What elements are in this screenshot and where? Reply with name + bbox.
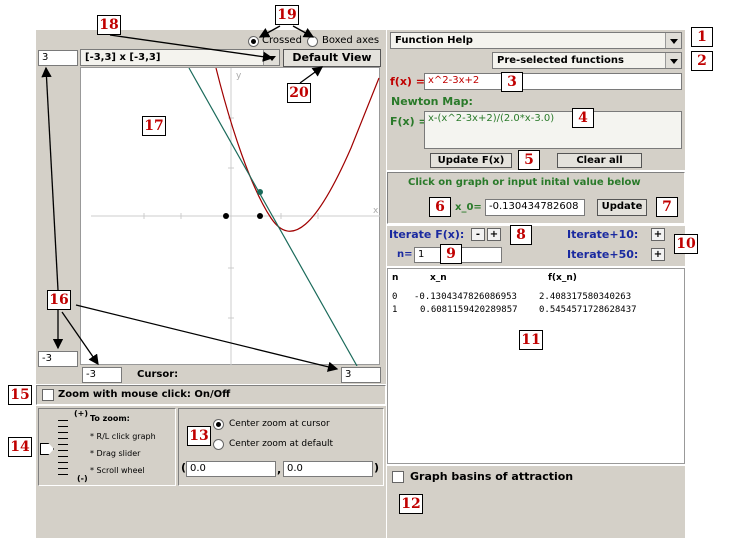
graph-canvas[interactable]: y x: [80, 67, 381, 367]
callout-2: 2: [691, 51, 713, 71]
iterate-10-plus-button[interactable]: +: [651, 228, 665, 241]
x1-point: [257, 213, 263, 219]
callout-14: 14: [8, 437, 32, 457]
y-axis-label: y: [236, 71, 242, 81]
function-help-select[interactable]: Function Help: [390, 32, 682, 49]
iterate-50-label: Iterate+50:: [567, 248, 639, 261]
iterate-minus-button[interactable]: -: [471, 228, 485, 241]
basins-label: Graph basins of attraction: [410, 470, 574, 483]
preselected-functions-value: Pre-selected functions: [497, 55, 624, 66]
default-view-button[interactable]: Default View: [283, 49, 381, 67]
x-axis-label: x: [373, 206, 379, 216]
window-select[interactable]: [-3,3] x [-3,3]: [80, 49, 280, 66]
Fx-input: x-(x^2-3x+2)/(2.0*x-3.0): [424, 111, 682, 149]
table-row-0-fxn: 2.408317580340263: [539, 292, 632, 302]
callout-13: 13: [187, 426, 211, 446]
fx-input[interactable]: x^2-3x+2: [424, 73, 682, 90]
chevron-down-icon[interactable]: [263, 50, 279, 65]
iterate-plus-button[interactable]: +: [487, 228, 501, 241]
coord-comma: ,: [277, 463, 282, 476]
x-min-field[interactable]: -3: [82, 367, 122, 383]
callout-12: 12: [399, 494, 423, 514]
zoom-center-x-field[interactable]: 0.0: [186, 461, 276, 477]
coord-close-paren: ): [374, 461, 380, 474]
callout-16: 16: [47, 290, 71, 310]
iterate-label: Iterate F(x):: [389, 228, 465, 241]
callout-11: 11: [519, 330, 543, 350]
update-fx-button[interactable]: Update F(x): [430, 153, 512, 168]
center-zoom-default-radio[interactable]: [213, 439, 224, 450]
boxed-axes-label: Boxed axes: [322, 35, 380, 46]
table-row-1-xn: 0.6081159420289857: [420, 305, 518, 315]
chevron-down-icon[interactable]: [665, 53, 681, 68]
x0-input[interactable]: -0.130434782608: [485, 199, 585, 216]
callout-10: 10: [674, 234, 698, 254]
cursor-label: Cursor:: [137, 369, 179, 380]
table-row-1-n: 1: [392, 305, 398, 315]
zoom-toggle-checkbox[interactable]: [42, 389, 54, 401]
callout-7: 7: [656, 197, 678, 217]
col-header-xn: x_n: [430, 273, 447, 283]
callout-6: 6: [429, 197, 451, 217]
n-label: n=: [397, 249, 413, 260]
clear-all-button[interactable]: Clear all: [557, 153, 642, 168]
preselected-functions-select[interactable]: Pre-selected functions: [492, 52, 682, 69]
callout-4: 4: [572, 108, 594, 128]
x0-update-button[interactable]: Update: [597, 199, 647, 216]
callout-9: 9: [440, 244, 462, 264]
center-zoom-cursor-radio[interactable]: [213, 419, 224, 430]
x0-point: [223, 213, 229, 219]
iteration-table[interactable]: n x_n f(x_n) 0 -0.1304347826086953 2.408…: [387, 268, 685, 464]
zoom-plus-label: (+): [74, 409, 89, 418]
callout-1: 1: [691, 27, 713, 47]
iterate-10-label: Iterate+10:: [567, 228, 639, 241]
initial-instruction: Click on graph or input inital value bel…: [408, 177, 641, 188]
callout-15: 15: [8, 385, 32, 405]
tangent-line: [188, 67, 358, 367]
table-row-0-n: 0: [392, 292, 398, 302]
zoom-center-y-field[interactable]: 0.0: [283, 461, 373, 477]
fx-label: f(x) =: [390, 75, 425, 88]
callout-18: 18: [97, 15, 121, 35]
x-max-field[interactable]: 3: [341, 367, 381, 383]
tangent-point: [257, 189, 263, 195]
chevron-down-icon[interactable]: [665, 33, 681, 48]
callout-8: 8: [510, 225, 532, 245]
table-row-0-xn: -0.1304347826086953: [414, 292, 517, 302]
callout-5: 5: [518, 150, 540, 170]
callout-20: 20: [287, 83, 311, 103]
zoom-instruction-2: * Drag slider: [90, 449, 141, 458]
zoom-toggle-label: Zoom with mouse click: On/Off: [58, 389, 231, 400]
callout-19: 19: [275, 5, 299, 25]
center-zoom-default-label: Center zoom at default: [229, 439, 334, 449]
crossed-radio[interactable]: [248, 36, 259, 47]
iterate-50-plus-button[interactable]: +: [651, 248, 665, 261]
boxed-axes-radio[interactable]: [307, 36, 318, 47]
window-select-value: [-3,3] x [-3,3]: [85, 52, 161, 63]
x0-label: x_0=: [455, 202, 482, 213]
basins-checkbox[interactable]: [392, 471, 404, 483]
col-header-fxn: f(x_n): [548, 273, 577, 283]
center-zoom-cursor-label: Center zoom at cursor: [229, 419, 330, 429]
graph-svg: y x: [91, 67, 381, 367]
y-min-field[interactable]: -3: [38, 351, 78, 367]
callout-17: 17: [142, 116, 166, 136]
Fx-label: F(x) =: [390, 115, 428, 128]
zoom-instruction-1: * R/L click graph: [90, 432, 156, 441]
zoom-slider-ticks: [58, 420, 68, 478]
crossed-label: Crossed: [262, 35, 302, 46]
zoom-instructions-title: To zoom:: [90, 414, 130, 423]
table-row-1-fxn: 0.5454571728628437: [539, 305, 637, 315]
col-header-n: n: [392, 273, 399, 283]
newton-map-label: Newton Map:: [391, 95, 473, 108]
function-help-value: Function Help: [395, 35, 473, 46]
y-max-field[interactable]: 3: [38, 50, 78, 66]
zoom-instruction-3: * Scroll wheel: [90, 466, 145, 475]
zoom-minus-label: (-): [77, 474, 88, 483]
callout-3: 3: [501, 72, 523, 92]
